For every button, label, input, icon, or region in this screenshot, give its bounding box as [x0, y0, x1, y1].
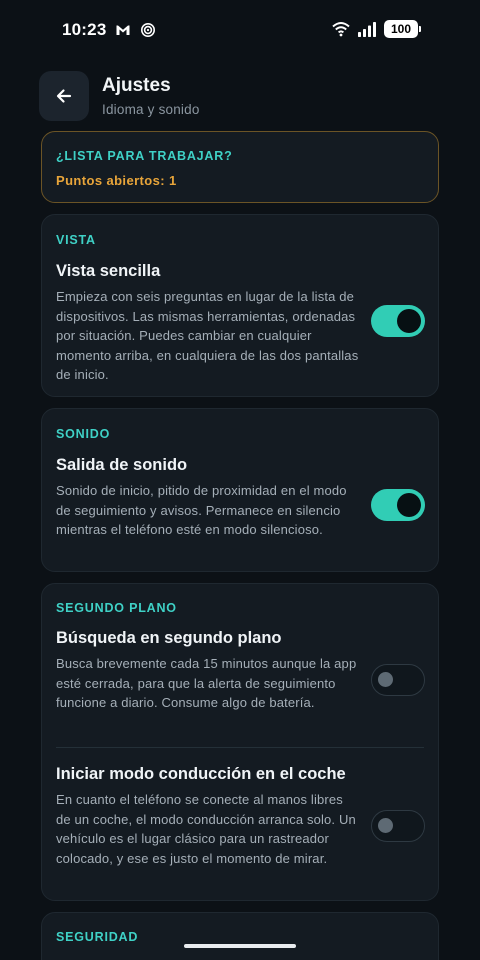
- simple-view-toggle[interactable]: [371, 305, 425, 337]
- background-search-toggle[interactable]: [371, 664, 425, 696]
- toggle-knob: [397, 493, 421, 517]
- setting-title-car-driving-mode: Iniciar modo conducción en el coche: [56, 765, 346, 783]
- section-title-segundo-plano: SEGUNDO PLANO: [56, 601, 177, 615]
- vista-section-card: VISTA Vista sencilla Empieza con seis pr…: [41, 214, 439, 397]
- divider: [56, 747, 424, 748]
- battery-icon: 100: [384, 20, 421, 38]
- segundo-plano-section-card: SEGUNDO PLANO Búsqueda en segundo plano …: [41, 583, 439, 901]
- home-indicator[interactable]: [184, 944, 296, 948]
- status-right-group: 100: [332, 20, 421, 38]
- setting-desc-sound-output: Sonido de inicio, pitido de proximidad e…: [56, 483, 347, 537]
- open-points-count: Puntos abiertos: 1: [56, 173, 177, 188]
- sync-icon: [141, 23, 155, 37]
- setting-desc-car-driving-mode: En cuanto el teléfono se conecte al mano…: [56, 792, 356, 866]
- back-button[interactable]: [39, 71, 89, 121]
- ready-title: ¿LISTA PARA TRABAJAR?: [56, 149, 233, 163]
- signal-icon: [358, 22, 376, 37]
- seguridad-section-card: SEGURIDAD: [41, 912, 439, 960]
- toggle-knob: [397, 309, 421, 333]
- section-title-vista: VISTA: [56, 233, 96, 247]
- setting-title-sound-output: Salida de sonido: [56, 456, 188, 474]
- settings-screen: 10:23 100 Ajustes Idioma y sonido ¿LISTA…: [0, 0, 480, 960]
- status-time: 10:23: [62, 20, 107, 39]
- wifi-icon: [332, 22, 350, 37]
- sound-output-toggle[interactable]: [371, 489, 425, 521]
- setting-title-background-search: Búsqueda en segundo plano: [56, 629, 282, 647]
- setting-desc-background-search: Busca brevemente cada 15 minutos aunque …: [56, 656, 357, 710]
- section-title-seguridad: SEGURIDAD: [56, 930, 139, 944]
- car-driving-mode-toggle[interactable]: [371, 810, 425, 842]
- section-title-sonido: SONIDO: [56, 427, 111, 441]
- status-bar: 10:23 100: [0, 0, 480, 60]
- setting-desc-simple-view: Empieza con seis preguntas en lugar de l…: [56, 289, 359, 382]
- page-subtitle: Idioma y sonido: [102, 102, 200, 117]
- toggle-knob: [378, 818, 393, 833]
- toggle-knob: [378, 672, 393, 687]
- gmail-icon: [116, 25, 130, 35]
- sonido-section-card: SONIDO Salida de sonido Sonido de inicio…: [41, 408, 439, 572]
- arrow-left-icon: [56, 89, 72, 103]
- page-title: Ajustes: [102, 75, 171, 96]
- ready-to-work-card[interactable]: ¿LISTA PARA TRABAJAR? Puntos abiertos: 1: [41, 131, 439, 203]
- setting-title-simple-view: Vista sencilla: [56, 262, 161, 280]
